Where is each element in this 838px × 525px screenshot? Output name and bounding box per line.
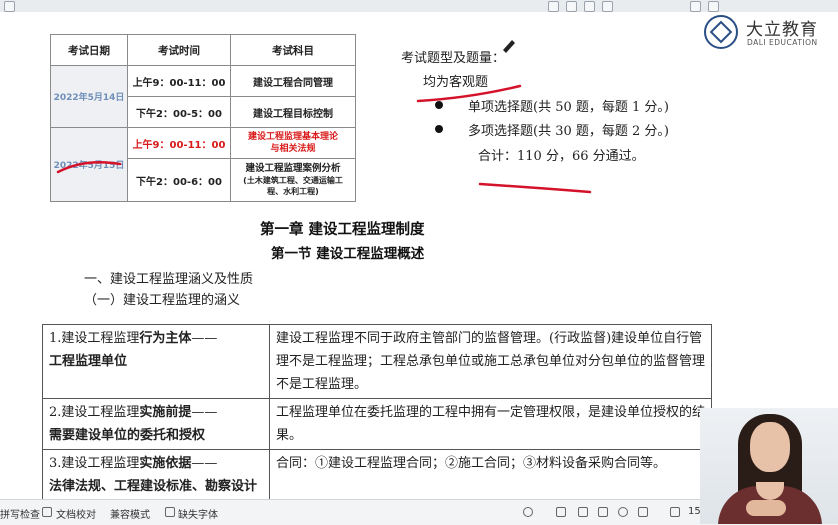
spell-check-button[interactable]: 拼写检查 — [0, 506, 40, 521]
brand-logo: 大立教育 DALI EDUCATION — [700, 12, 838, 54]
outline-view-icon[interactable] — [578, 507, 588, 517]
toolbar-icon-2[interactable] — [566, 1, 577, 12]
zoom-level[interactable]: 15 — [688, 506, 701, 517]
web-view-icon[interactable] — [618, 507, 628, 517]
edit-view-icon[interactable] — [638, 507, 648, 517]
toolbar-icon-5[interactable] — [690, 1, 701, 12]
reading-view-icon[interactable] — [598, 507, 608, 517]
missing-font-icon — [165, 507, 175, 517]
instructor-face — [750, 422, 790, 472]
toolbar-icon-1[interactable] — [548, 1, 559, 12]
toolbar-icon-3[interactable] — [584, 1, 595, 12]
proofread-button[interactable]: 文档校对 — [56, 506, 96, 521]
logo-chinese: 大立教育 — [746, 20, 818, 40]
pen-cursor-icon — [503, 40, 515, 53]
red-underline-date — [56, 160, 122, 174]
logo-emblem-icon — [704, 15, 738, 49]
app-icon — [4, 1, 15, 12]
instructor-video-overlay — [700, 408, 838, 524]
red-underline-subtitle — [416, 84, 522, 103]
eye-protect-icon[interactable] — [523, 507, 533, 517]
red-underline-total — [478, 182, 592, 194]
compat-mode-label: 兼容模式 — [110, 510, 150, 521]
missing-font-button[interactable]: 缺失字体 — [178, 506, 218, 521]
logo-english: DALI EDUCATION — [747, 38, 818, 47]
proofread-icon — [42, 507, 52, 517]
page-view-icon[interactable] — [556, 507, 566, 517]
toolbar-icon-4[interactable] — [602, 1, 613, 12]
fullscreen-icon[interactable] — [670, 507, 680, 517]
instructor-hands — [746, 500, 786, 516]
toolbar-icon-6[interactable] — [708, 1, 719, 12]
